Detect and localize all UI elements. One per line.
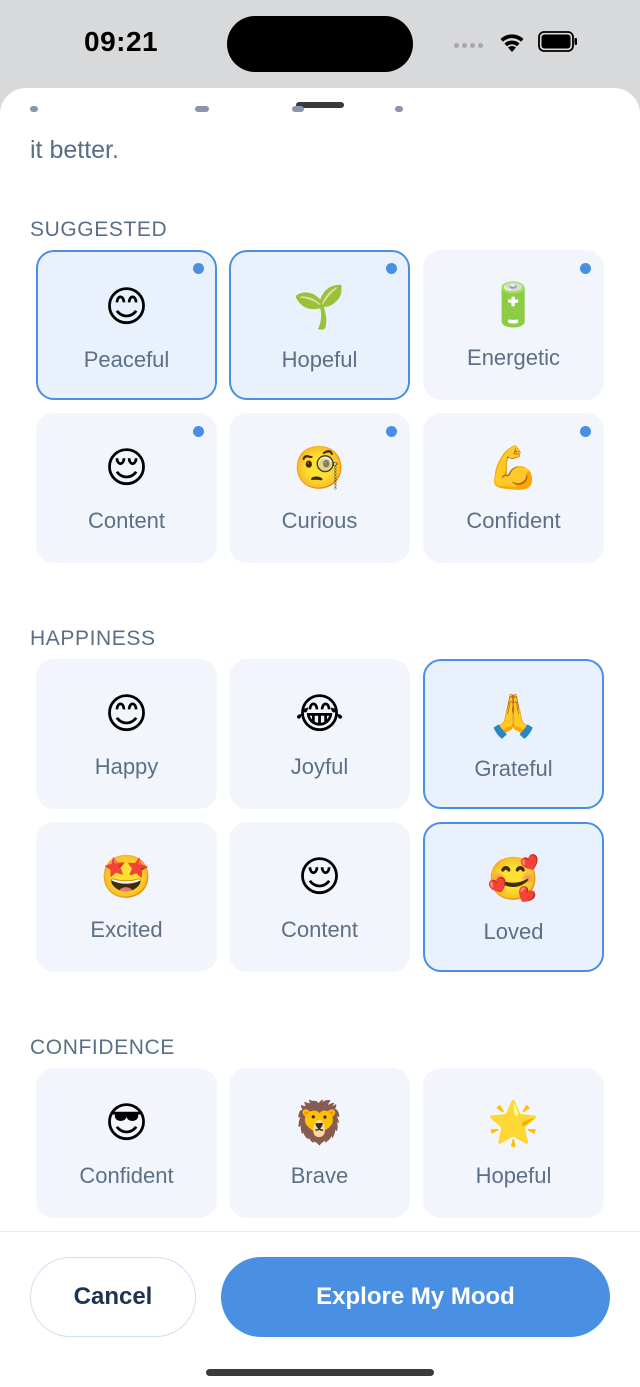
- smiling-face-hearts-icon: 🥰: [487, 855, 540, 902]
- suggested-dot-icon: [580, 426, 591, 437]
- smiling-face-icon: 😊: [104, 283, 149, 330]
- seedling-icon: 🌱: [293, 283, 346, 330]
- mood-card-confident-2[interactable]: 😎 Confident: [36, 1068, 217, 1218]
- star-struck-icon: 🤩: [100, 853, 153, 900]
- mood-label: Brave: [290, 1163, 349, 1188]
- status-bar: 09:21: [0, 0, 640, 88]
- explore-mood-button[interactable]: Explore My Mood: [221, 1257, 610, 1337]
- suggested-dot-icon: [580, 263, 591, 274]
- mood-label: Loved: [483, 919, 544, 944]
- status-time: 09:21: [84, 26, 159, 57]
- mood-label: Curious: [281, 508, 358, 533]
- wifi-icon: [500, 34, 524, 52]
- cellular-signal-icon: [454, 43, 488, 51]
- mood-card-content-happiness[interactable]: 😌 Content: [229, 822, 410, 972]
- glowing-star-icon: 🌟: [487, 1099, 540, 1146]
- mood-card-joyful[interactable]: 😂 Joyful: [229, 659, 410, 809]
- mood-card-peaceful[interactable]: 😊 Peaceful: [36, 250, 217, 400]
- monocle-face-icon: 🧐: [293, 444, 346, 491]
- home-indicator[interactable]: [206, 1369, 434, 1376]
- suggested-dot-icon: [193, 263, 204, 274]
- mood-label: Grateful: [474, 756, 553, 781]
- sunglasses-face-icon: 😎: [104, 1099, 149, 1146]
- suggested-dot-icon: [193, 426, 204, 437]
- smiling-face-icon: 😊: [104, 690, 149, 737]
- mood-label: Joyful: [290, 754, 349, 779]
- mood-label: Confident: [79, 1163, 174, 1188]
- mood-label: Excited: [90, 917, 163, 942]
- mood-card-content[interactable]: 😌 Content: [36, 413, 217, 563]
- mood-label: Happy: [94, 754, 159, 779]
- intro-text-clipped: [30, 106, 430, 120]
- section-title-confidence: CONFIDENCE: [30, 1036, 175, 1059]
- dynamic-island: [227, 16, 413, 72]
- folded-hands-icon: 🙏: [487, 692, 540, 739]
- cancel-button[interactable]: Cancel: [30, 1257, 196, 1337]
- mood-card-loved[interactable]: 🥰 Loved: [423, 822, 604, 972]
- battery-icon: [538, 31, 577, 52]
- section-title-happiness: HAPPINESS: [30, 627, 156, 650]
- suggested-dot-icon: [386, 426, 397, 437]
- mood-label: Confident: [466, 508, 561, 533]
- battery-emoji-icon: 🔋: [487, 281, 540, 328]
- mood-card-grateful[interactable]: 🙏 Grateful: [423, 659, 604, 809]
- flexed-biceps-icon: 💪: [487, 444, 540, 491]
- mood-card-curious[interactable]: 🧐 Curious: [229, 413, 410, 563]
- mood-card-hopeful-2[interactable]: 🌟 Hopeful: [423, 1068, 604, 1218]
- action-footer: Cancel Explore My Mood: [0, 1231, 640, 1387]
- mood-label: Hopeful: [281, 347, 358, 372]
- relieved-face-icon: 😌: [297, 853, 342, 900]
- mood-picker-sheet: it better. SUGGESTED 😊 Peaceful 🌱 Hopefu…: [0, 88, 640, 1387]
- screen: 09:21 it better. SUGGESTED 😊 Peaceful 🌱 …: [0, 0, 640, 1387]
- mood-card-brave[interactable]: 🦁 Brave: [229, 1068, 410, 1218]
- mood-card-hopeful[interactable]: 🌱 Hopeful: [229, 250, 410, 400]
- mood-label: Energetic: [467, 345, 560, 370]
- relieved-face-icon: 😌: [104, 444, 149, 491]
- mood-label: Peaceful: [83, 347, 170, 372]
- mood-card-energetic[interactable]: 🔋 Energetic: [423, 250, 604, 400]
- lion-icon: 🦁: [293, 1099, 346, 1146]
- mood-label: Hopeful: [475, 1163, 552, 1188]
- section-title-suggested: SUGGESTED: [30, 218, 168, 241]
- mood-card-confident[interactable]: 💪 Confident: [423, 413, 604, 563]
- mood-label: Content: [280, 917, 359, 942]
- suggested-dot-icon: [386, 263, 397, 274]
- mood-card-happy[interactable]: 😊 Happy: [36, 659, 217, 809]
- tears-of-joy-icon: 😂: [294, 690, 345, 737]
- mood-label: Content: [87, 508, 166, 533]
- mood-card-excited[interactable]: 🤩 Excited: [36, 822, 217, 972]
- intro-text: it better.: [30, 136, 119, 164]
